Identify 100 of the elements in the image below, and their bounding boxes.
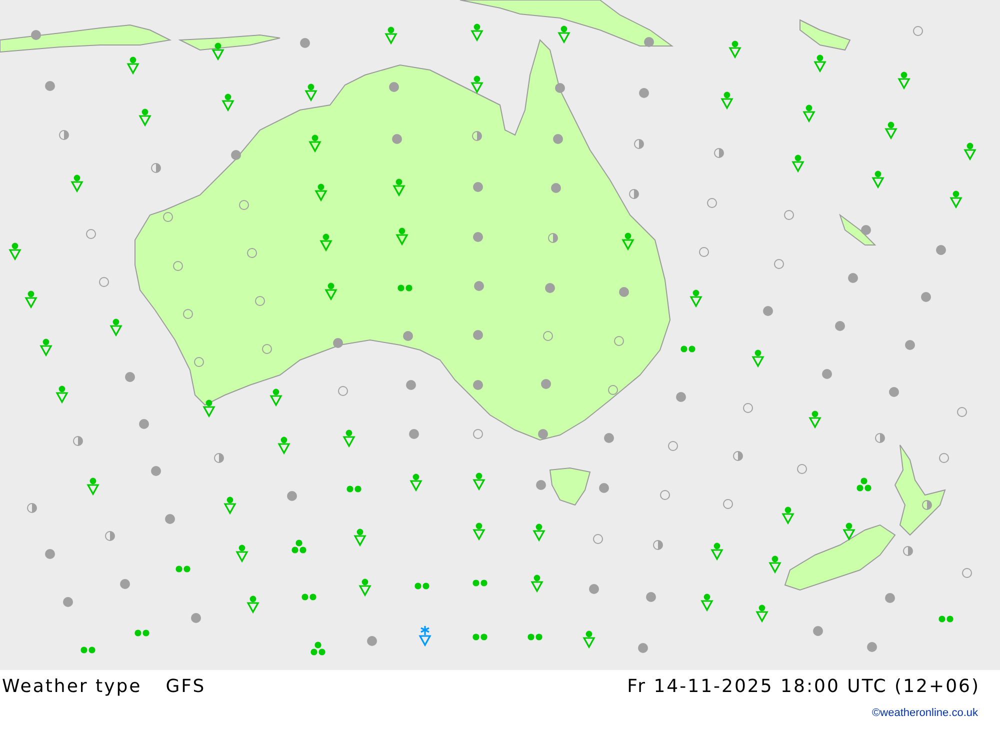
- clear-sky-icon: [262, 344, 272, 354]
- overcast-icon: [835, 321, 845, 331]
- shower-icon: [212, 42, 224, 61]
- clear-sky-icon: [183, 309, 193, 319]
- overcast-icon: [822, 369, 832, 379]
- rain-icon: [472, 634, 488, 640]
- overcast-icon: [120, 579, 130, 589]
- shower-icon: [898, 72, 910, 90]
- shower-icon: [314, 184, 328, 202]
- overcast-icon: [287, 491, 297, 501]
- shower-icon: [126, 56, 140, 75]
- rain-icon: [398, 284, 412, 292]
- partly-cloudy-icon: [214, 453, 224, 463]
- rain-icon: [134, 630, 150, 636]
- partly-cloudy-icon: [27, 503, 37, 513]
- overcast-icon: [165, 514, 175, 524]
- clear-sky-icon: [608, 385, 618, 395]
- clear-sky-icon: [913, 26, 923, 36]
- shower-icon: [950, 190, 962, 209]
- rain-icon: [680, 346, 696, 352]
- shower-icon: [802, 104, 816, 123]
- overcast-icon: [125, 372, 135, 382]
- clear-sky-icon: [774, 259, 784, 269]
- clear-sky-icon: [939, 453, 949, 463]
- overcast-icon: [191, 613, 201, 623]
- shower-icon: [304, 84, 318, 102]
- overcast-icon: [392, 134, 402, 144]
- shower-icon: [324, 282, 338, 301]
- shower-icon: [756, 604, 768, 623]
- overcast-icon: [646, 592, 656, 602]
- overcast-icon: [589, 584, 599, 594]
- shower-icon: [792, 154, 804, 173]
- overcast-icon: [45, 549, 55, 559]
- clear-sky-icon: [962, 568, 972, 578]
- shower-icon: [700, 594, 714, 612]
- rain-icon: [176, 566, 190, 572]
- overcast-icon: [599, 483, 609, 493]
- shower-icon: [814, 54, 826, 73]
- shower-icon: [236, 544, 248, 563]
- clear-sky-icon: [957, 407, 967, 417]
- shower-icon: [8, 242, 22, 261]
- shower-icon: [768, 556, 782, 574]
- clear-sky-icon: [473, 429, 483, 439]
- overcast-icon: [300, 38, 310, 48]
- shower-icon: [472, 472, 486, 491]
- shower-icon: [410, 474, 422, 492]
- rain-icon: [302, 594, 316, 600]
- overcast-icon: [151, 466, 161, 476]
- overcast-icon: [813, 626, 823, 636]
- overcast-icon: [848, 273, 858, 283]
- overcast-icon: [905, 340, 915, 350]
- shower-icon: [558, 26, 570, 44]
- clear-sky-icon: [707, 198, 717, 208]
- shower-icon: [396, 228, 408, 246]
- overcast-icon: [406, 380, 416, 390]
- overcast-icon: [231, 150, 241, 160]
- partly-cloudy-icon: [73, 436, 83, 446]
- shower-icon: [384, 26, 398, 45]
- overcast-icon: [604, 433, 614, 443]
- shower-icon: [222, 94, 234, 112]
- overcast-icon: [403, 331, 413, 341]
- partly-cloudy-icon: [151, 163, 161, 173]
- partly-cloudy-icon: [653, 540, 663, 550]
- shower-icon: [470, 76, 484, 94]
- overcast-icon: [473, 182, 483, 192]
- clear-sky-icon: [660, 490, 670, 500]
- shower-icon: [472, 522, 486, 541]
- shower-icon: [110, 318, 122, 337]
- shower-icon: [24, 290, 38, 309]
- clear-sky-icon: [163, 212, 173, 222]
- overcast-icon: [551, 183, 561, 193]
- rain-icon: [346, 486, 362, 492]
- shower-icon: [202, 400, 216, 418]
- clear-sky-icon: [668, 441, 678, 451]
- overcast-icon: [619, 287, 629, 297]
- partly-cloudy-icon: [105, 531, 115, 541]
- shower-icon: [40, 338, 52, 357]
- rain-icon: [414, 582, 430, 590]
- partly-cloudy-icon: [59, 130, 69, 140]
- overcast-icon: [367, 636, 377, 646]
- partly-cloudy-icon: [629, 189, 639, 199]
- shower-icon: [358, 578, 372, 597]
- clear-sky-icon: [239, 200, 249, 210]
- snow-shower-icon: [418, 625, 432, 647]
- shower-icon: [278, 436, 290, 455]
- credit-link[interactable]: ©weatheronline.co.uk: [872, 707, 978, 719]
- clear-sky-icon: [99, 277, 109, 287]
- clear-sky-icon: [338, 386, 348, 396]
- overcast-icon: [333, 338, 343, 348]
- shower-icon: [752, 350, 764, 368]
- shower-icon: [808, 410, 822, 429]
- clear-sky-icon: [699, 247, 709, 257]
- heavy-rain-icon: [856, 478, 872, 492]
- valid-time: Fr 14-11-2025 18:00 UTC (12+06): [627, 676, 980, 697]
- overcast-icon: [473, 330, 483, 340]
- shower-icon: [964, 142, 976, 161]
- shower-icon: [720, 92, 734, 110]
- map-title: Weather type: [2, 676, 142, 697]
- clear-sky-icon: [797, 464, 807, 474]
- partly-cloudy-icon: [903, 546, 913, 556]
